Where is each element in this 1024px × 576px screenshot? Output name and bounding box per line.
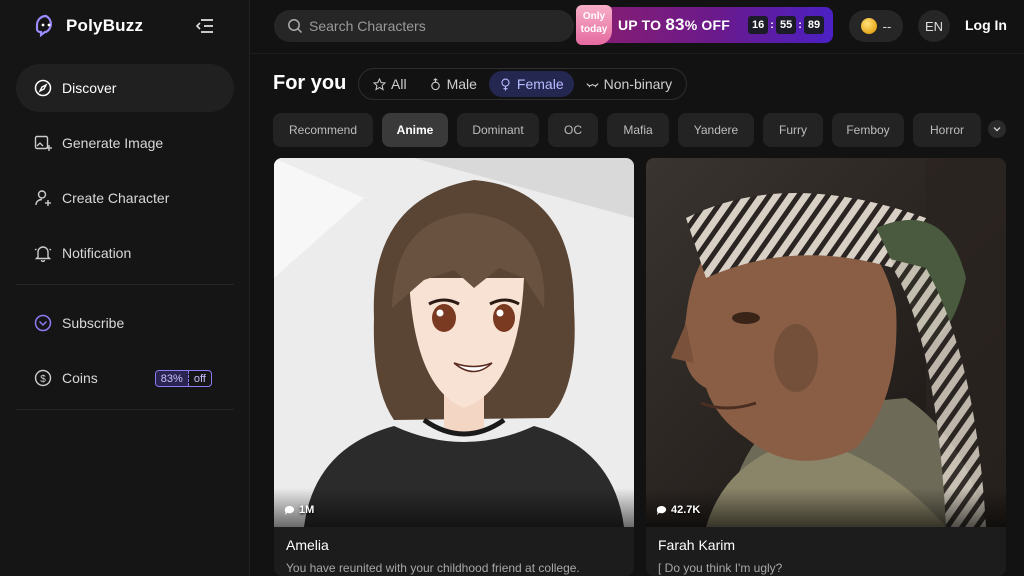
- character-name: Amelia: [286, 537, 329, 553]
- chip-yandere[interactable]: Yandere: [678, 113, 754, 147]
- character-description: You have reunited with your childhood fr…: [286, 561, 580, 575]
- character-name: Farah Karim: [658, 537, 736, 553]
- promo-tag-line1: Only: [582, 11, 606, 22]
- sidebar-item-label: Create Character: [62, 190, 170, 206]
- login-button[interactable]: Log In: [965, 17, 1007, 33]
- promo-banner[interactable]: Only today UP TO 83% OFF 16 : 55 : 89: [576, 5, 833, 45]
- polybuzz-logo-icon: [35, 14, 52, 38]
- compass-icon: [34, 79, 52, 97]
- app-root: PolyBuzz Discover Generate Image Create …: [0, 0, 1024, 576]
- coin-icon: [860, 18, 877, 34]
- tab-male[interactable]: Male: [419, 71, 487, 97]
- sidebar-item-coins[interactable]: $ Coins 83% off: [16, 354, 234, 402]
- timer-seconds: 89: [803, 16, 825, 34]
- only-today-tag: Only today: [576, 5, 612, 45]
- tab-non-binary[interactable]: Non-binary: [576, 71, 682, 97]
- coins-badge-percent: 83%: [155, 370, 188, 386]
- sidebar-item-label: Coins: [62, 370, 98, 386]
- chip-dominant[interactable]: Dominant: [457, 113, 539, 147]
- promo-suffix: % OFF: [684, 17, 731, 33]
- promo-discount: 83: [665, 15, 685, 34]
- search-icon: [288, 19, 303, 34]
- timer-separator: :: [798, 19, 802, 31]
- character-avatar-image: [274, 158, 634, 527]
- bell-icon: [34, 246, 52, 262]
- subscribe-icon: [34, 314, 52, 332]
- collapse-sidebar-icon[interactable]: [195, 17, 215, 35]
- search-bar[interactable]: [274, 10, 574, 42]
- chevron-down-icon: [993, 127, 1001, 132]
- image-plus-icon: [34, 135, 52, 151]
- female-icon: [501, 78, 510, 91]
- coin-balance: --: [882, 18, 892, 34]
- chat-count-value: 1M: [299, 504, 315, 516]
- chat-count: 42.7K: [656, 504, 700, 516]
- more-categories-button[interactable]: [988, 120, 1006, 138]
- chat-bubble-icon: [284, 505, 295, 515]
- top-bar: Only today UP TO 83% OFF 16 : 55 : 89 --…: [250, 0, 1024, 54]
- category-chips: Recommend Anime Dominant OC Mafia Yander…: [273, 113, 981, 147]
- chat-bubble-icon: [656, 505, 667, 515]
- sidebar: PolyBuzz Discover Generate Image Create …: [0, 0, 250, 576]
- sidebar-nav: Discover Generate Image Create Character…: [16, 64, 234, 424]
- timer-hours: 16: [748, 16, 769, 34]
- sidebar-divider: [16, 284, 234, 285]
- page-title: For you: [273, 72, 347, 94]
- chip-femboy[interactable]: Femboy: [832, 113, 904, 147]
- character-avatar-image: [646, 158, 1006, 527]
- coin-balance-button[interactable]: --: [849, 10, 903, 42]
- logo[interactable]: PolyBuzz: [34, 14, 143, 38]
- sidebar-item-label: Notification: [62, 245, 132, 261]
- countdown-timer: 16 : 55 : 89: [748, 16, 825, 34]
- app-name: PolyBuzz: [66, 16, 144, 35]
- character-description: [ Do you think I'm ugly?: [658, 561, 783, 575]
- character-card[interactable]: 42.7K Farah Karim [ Do you think I'm ugl…: [646, 158, 1006, 576]
- user-plus-icon: [35, 190, 51, 206]
- sidebar-item-create-character[interactable]: Create Character: [16, 174, 234, 222]
- chip-mafia[interactable]: Mafia: [607, 113, 669, 147]
- nonbinary-icon: [586, 82, 599, 87]
- sidebar-item-notification[interactable]: Notification: [16, 229, 234, 277]
- gender-filter: All Male Female Non-binary: [358, 68, 688, 100]
- tab-label: Non-binary: [603, 76, 673, 92]
- chat-count-value: 42.7K: [671, 504, 701, 516]
- timer-minutes: 55: [775, 16, 797, 34]
- chat-count: 1M: [284, 504, 314, 516]
- character-card[interactable]: 1M Amelia You have reunited with your ch…: [274, 158, 634, 576]
- male-icon: [430, 77, 440, 90]
- chip-recommend[interactable]: Recommend: [273, 113, 373, 147]
- search-input[interactable]: [309, 18, 549, 34]
- promo-tag-line2: today: [580, 24, 608, 35]
- tab-label: Female: [516, 76, 564, 92]
- sidebar-item-label: Generate Image: [62, 135, 164, 151]
- tab-label: Male: [446, 76, 477, 92]
- timer-separator: :: [770, 19, 774, 31]
- svg-text:$: $: [40, 374, 46, 385]
- dollar-coin-icon: $: [34, 369, 52, 387]
- chip-furry[interactable]: Furry: [763, 113, 823, 147]
- tab-all[interactable]: All: [363, 71, 417, 97]
- sidebar-item-discover[interactable]: Discover: [16, 64, 234, 112]
- language-button[interactable]: EN: [918, 10, 950, 42]
- coins-discount-badge: 83% off: [154, 369, 212, 387]
- chip-oc[interactable]: OC: [548, 113, 598, 147]
- tab-label: All: [391, 76, 407, 92]
- chip-horror[interactable]: Horror: [913, 113, 981, 147]
- promo-prefix: UP TO: [618, 17, 662, 33]
- sidebar-divider: [16, 409, 234, 410]
- coins-badge-off: off: [187, 370, 211, 386]
- promo-text: UP TO 83% OFF: [618, 15, 730, 35]
- chip-anime[interactable]: Anime: [382, 113, 448, 147]
- tab-female[interactable]: Female: [488, 71, 574, 97]
- sidebar-item-label: Discover: [62, 80, 117, 96]
- sidebar-item-generate-image[interactable]: Generate Image: [16, 119, 234, 167]
- sidebar-item-subscribe[interactable]: Subscribe: [16, 299, 234, 347]
- star-icon: [373, 77, 386, 91]
- sidebar-item-label: Subscribe: [62, 315, 125, 331]
